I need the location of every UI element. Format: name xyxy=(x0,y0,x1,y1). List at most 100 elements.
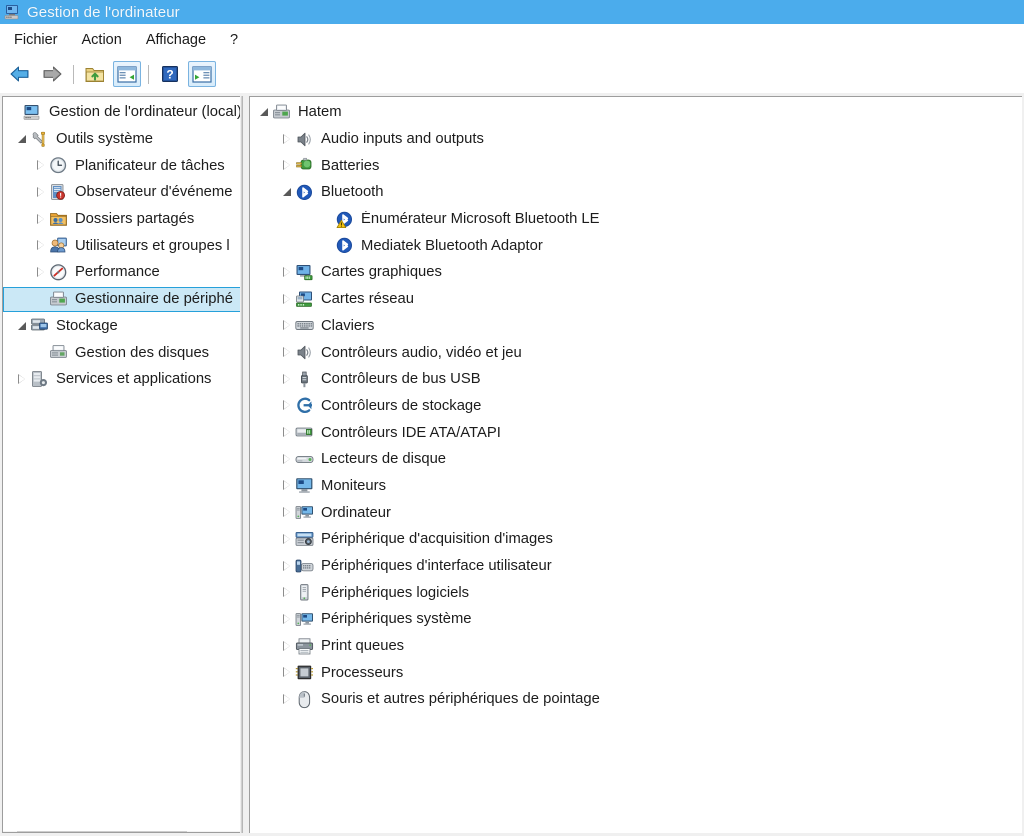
tree-expander[interactable] xyxy=(278,153,295,179)
device-manager-icon xyxy=(272,103,291,122)
tree-expander[interactable] xyxy=(278,286,295,312)
help-button[interactable]: ? xyxy=(156,61,184,87)
tree-expander[interactable] xyxy=(278,313,295,339)
tree-expander[interactable] xyxy=(278,446,295,472)
device-node-controleurs-de-bus-usb[interactable]: Contrôleurs de bus USB xyxy=(250,366,1022,393)
device-node-controleurs-audio-video-et-jeu[interactable]: Contrôleurs audio, vidéo et jeu xyxy=(250,339,1022,366)
tree-expander[interactable] xyxy=(278,500,295,526)
device-node-peripheriques-interface-utilisateur[interactable]: Périphériques d'interface utilisateur xyxy=(250,553,1022,580)
forward-button[interactable] xyxy=(38,61,66,87)
device-manager-tree[interactable]: Hatem Audio inputs and outputs Batteries Bl… xyxy=(250,99,1022,713)
device-node-batteries[interactable]: Batteries xyxy=(250,152,1022,179)
menu-help[interactable]: ? xyxy=(219,29,249,51)
horizontal-scrollbar-thumb[interactable] xyxy=(17,831,187,832)
menu-fichier[interactable]: Fichier xyxy=(3,29,69,51)
tree-expander[interactable] xyxy=(32,233,49,259)
tree-expander[interactable] xyxy=(13,313,30,339)
device-node-lecteurs-de-disque[interactable]: Lecteurs de disque xyxy=(250,446,1022,473)
tree-expander[interactable] xyxy=(278,526,295,552)
tree-item-label: Outils système xyxy=(56,131,154,148)
mouse-icon xyxy=(295,690,314,709)
tree-expander xyxy=(318,233,335,259)
device-node-souris-et-autres-peripheriques-de-pointage[interactable]: Souris et autres périphériques de pointa… xyxy=(250,686,1022,713)
tree-expander[interactable] xyxy=(278,633,295,659)
tree-expander[interactable] xyxy=(278,660,295,686)
tree-item-utilisateurs-et-groupes-locaux[interactable]: Utilisateurs et groupes l xyxy=(3,232,241,259)
battery-icon xyxy=(295,156,314,175)
tree-expander[interactable] xyxy=(278,473,295,499)
tree-expander[interactable] xyxy=(278,366,295,392)
tree-item-outils-systeme[interactable]: Outils système xyxy=(3,126,241,153)
device-node-audio-inputs-and-outputs[interactable]: Audio inputs and outputs xyxy=(250,126,1022,153)
device-node-bluetooth[interactable]: Bluetooth xyxy=(250,179,1022,206)
tree-item-label: Périphériques logiciels xyxy=(321,584,470,601)
show-hide-console-tree-button[interactable] xyxy=(113,61,141,87)
tree-expander[interactable] xyxy=(13,366,30,392)
disk-management-icon xyxy=(49,343,68,362)
device-node-peripherique-acquisition-images[interactable]: Périphérique d'acquisition d'images xyxy=(250,526,1022,553)
console-tree[interactable]: Gestion de l'ordinateur (local) Outils sy… xyxy=(3,99,241,393)
tree-item-observateur-evenements[interactable]: Observateur d'événeme xyxy=(3,179,241,206)
tree-expander[interactable] xyxy=(278,606,295,632)
tree-expander[interactable] xyxy=(278,179,295,205)
event-viewer-icon xyxy=(49,183,68,202)
tree-item-dossiers-partages[interactable]: Dossiers partagés xyxy=(3,206,241,233)
tree-item-label: Moniteurs xyxy=(321,477,386,494)
tree-item-gestion-des-disques[interactable]: Gestion des disques xyxy=(3,339,241,366)
tree-expander[interactable] xyxy=(32,179,49,205)
tree-expander[interactable] xyxy=(278,393,295,419)
tree-expander[interactable] xyxy=(278,259,295,285)
device-node-hatem[interactable]: Hatem xyxy=(250,99,1022,126)
tree-item-label: Cartes réseau xyxy=(321,291,414,308)
tree-expander[interactable] xyxy=(255,99,272,125)
device-node-cartes-graphiques[interactable]: Cartes graphiques xyxy=(250,259,1022,286)
tree-expander[interactable] xyxy=(32,259,49,285)
show-hide-action-pane-button[interactable] xyxy=(188,61,216,87)
device-node-peripheriques-logiciels[interactable]: Périphériques logiciels xyxy=(250,579,1022,606)
tree-item-label: Mediatek Bluetooth Adaptor xyxy=(361,237,543,254)
question-help-icon: ? xyxy=(161,65,179,83)
device-node-print-queues[interactable]: Print queues xyxy=(250,633,1022,660)
back-button[interactable] xyxy=(6,61,34,87)
up-one-level-button[interactable] xyxy=(81,61,109,87)
tree-item-computer-management-local[interactable]: Gestion de l'ordinateur (local) xyxy=(3,99,241,126)
panel-splitter[interactable] xyxy=(243,96,248,833)
tree-item-label: Gestion des disques xyxy=(75,344,210,361)
tree-expander[interactable] xyxy=(278,580,295,606)
toolbar-separator-2 xyxy=(148,64,149,84)
device-node-controleurs-de-stockage[interactable]: Contrôleurs de stockage xyxy=(250,393,1022,420)
tree-expander[interactable] xyxy=(278,340,295,366)
tree-item-stockage[interactable]: Stockage xyxy=(3,313,241,340)
device-node-controleurs-ide-ata-atapi[interactable]: Contrôleurs IDE ATA/ATAPI xyxy=(250,419,1022,446)
computer-management-icon xyxy=(4,3,22,21)
tree-item-gestionnaire-de-peripheriques[interactable]: Gestionnaire de périphé xyxy=(3,286,241,313)
device-node-enumerateur-microsoft-bluetooth-le[interactable]: Énumérateur Microsoft Bluetooth LE xyxy=(250,206,1022,233)
tree-expander[interactable] xyxy=(278,126,295,152)
tree-expander[interactable] xyxy=(278,420,295,446)
tree-expander[interactable] xyxy=(278,686,295,712)
tree-item-label: Stockage xyxy=(56,317,118,334)
tree-expander[interactable] xyxy=(32,153,49,179)
menu-action[interactable]: Action xyxy=(71,29,133,51)
device-node-mediatek-bluetooth-adaptor[interactable]: Mediatek Bluetooth Adaptor xyxy=(250,232,1022,259)
folder-up-icon xyxy=(84,65,106,84)
network-adapter-icon xyxy=(295,290,314,309)
tree-expander[interactable] xyxy=(278,553,295,579)
speaker-icon xyxy=(295,130,314,149)
device-node-processeurs[interactable]: Processeurs xyxy=(250,659,1022,686)
tree-item-label: Ordinateur xyxy=(321,504,391,521)
tree-item-services-et-applications[interactable]: Services et applications xyxy=(3,366,241,393)
tree-item-label: Contrôleurs IDE ATA/ATAPI xyxy=(321,424,501,441)
device-node-ordinateur[interactable]: Ordinateur xyxy=(250,499,1022,526)
device-node-peripheriques-systeme[interactable]: Périphériques système xyxy=(250,606,1022,633)
menu-affichage[interactable]: Affichage xyxy=(135,29,217,51)
tree-expander[interactable] xyxy=(13,126,30,152)
device-node-moniteurs[interactable]: Moniteurs xyxy=(250,473,1022,500)
tree-item-planificateur-de-taches[interactable]: Planificateur de tâches xyxy=(3,152,241,179)
device-node-claviers[interactable]: Claviers xyxy=(250,313,1022,340)
tree-expander[interactable] xyxy=(32,206,49,232)
horizontal-scrollbar[interactable] xyxy=(3,831,241,832)
tree-item-performance[interactable]: Performance xyxy=(3,259,241,286)
device-node-cartes-reseau[interactable]: Cartes réseau xyxy=(250,286,1022,313)
tree-item-label: Utilisateurs et groupes l xyxy=(75,237,230,254)
